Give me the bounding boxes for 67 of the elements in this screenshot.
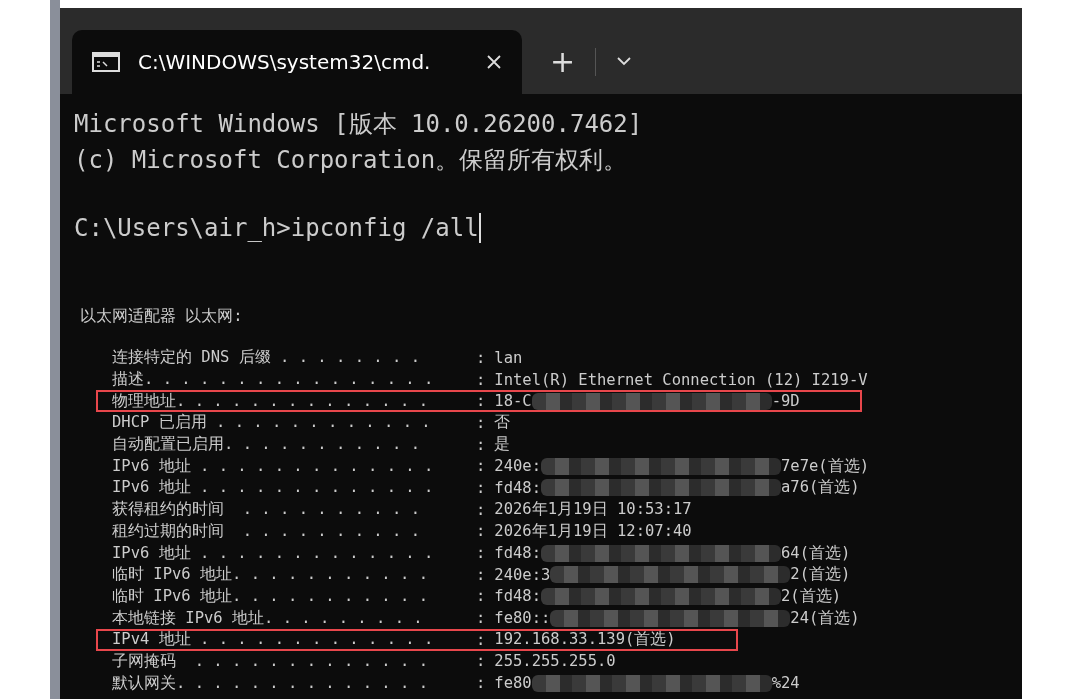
field-value: 2(首选) <box>781 585 841 607</box>
field-label: IPv6 地址 . . . . . . . . . . . . . <box>112 542 435 564</box>
field-label: 描述. . . . . . . . . . . . . . . . <box>112 369 435 391</box>
command-prompt: C:\Users\air_h>ipconfig /all <box>74 213 479 244</box>
colon: : <box>476 652 486 671</box>
colon: : <box>476 522 486 541</box>
field-value: 2026年1月19日 12:07:40 <box>494 520 692 542</box>
field-label: DHCP 已启用 . . . . . . . . . . . . <box>112 412 432 434</box>
colon: : <box>476 609 486 628</box>
colon: : <box>476 435 486 454</box>
field-label: 自动配置已启用. . . . . . . . . . . <box>112 434 421 456</box>
field-label: IPv4 地址 . . . . . . . . . . . . . <box>112 629 435 651</box>
colon: : <box>476 413 486 432</box>
adapter-heading: 以太网适配器 以太网: <box>80 306 244 327</box>
field-label: 本地链接 IPv6 地址. . . . . . . . . <box>112 607 424 629</box>
colon: : <box>476 500 486 519</box>
text-cursor <box>478 213 481 243</box>
field-label: 临时 IPv6 地址. . . . . . . . . . . <box>112 585 429 607</box>
colon: : <box>476 478 486 497</box>
field-label: 连接特定的 DNS 后缀 . . . . . . . . <box>112 347 421 369</box>
field-value: 24(首选) <box>790 607 860 629</box>
field-value: 7e7e(首选) <box>781 455 869 477</box>
field-value: 2026年1月19日 10:53:17 <box>494 499 692 521</box>
field-value: -9D <box>771 392 800 411</box>
field-label: IPv6 地址 . . . . . . . . . . . . . <box>112 455 435 477</box>
field-label: 临时 IPv6 地址. . . . . . . . . . . <box>112 564 429 586</box>
terminal-tab[interactable]: C:\WINDOWS\system32\cmd. <box>72 30 522 94</box>
colon: : <box>476 565 486 584</box>
field-label: IPv6 地址 . . . . . . . . . . . . . <box>112 477 435 499</box>
field-value: %24 <box>771 674 800 693</box>
colon: : <box>476 587 486 606</box>
console-line: (c) Microsoft Corporation。保留所有权利。 <box>74 145 629 176</box>
chevron-down-icon[interactable] <box>616 56 633 66</box>
field-value: 240e: <box>494 457 541 476</box>
new-tab-button[interactable]: + <box>546 42 580 82</box>
field-value: Intel(R) Ethernet Connection (12) I219-V <box>494 370 868 389</box>
colon: : <box>476 544 486 563</box>
field-value: 18-C <box>494 392 532 411</box>
field-label: 获得租约的时间 . . . . . . . . . . <box>112 499 421 521</box>
field-value: 192.168.33.139(首选) <box>494 629 676 651</box>
close-icon[interactable] <box>486 54 502 70</box>
colon: : <box>476 630 486 649</box>
field-value: a76(首选) <box>781 477 860 499</box>
field-value: 否 <box>494 412 511 434</box>
colon: : <box>476 348 486 367</box>
field-label: 子网掩码 . . . . . . . . . . . . . <box>112 650 429 672</box>
field-value: fd48: <box>494 587 541 606</box>
field-value: 64(首选) <box>781 542 851 564</box>
field-value: 240e:3 <box>494 565 551 584</box>
field-value: fe80:: <box>494 609 551 628</box>
colon: : <box>476 457 486 476</box>
field-label: 物理地址. . . . . . . . . . . . . . <box>112 390 429 412</box>
field-label: 默认网关. . . . . . . . . . . . . . <box>112 672 429 694</box>
field-value: 2(首选) <box>790 564 851 586</box>
colon: : <box>476 674 486 693</box>
colon: : <box>476 370 486 389</box>
tab-title: C:\WINDOWS\system32\cmd. <box>138 50 431 74</box>
field-value: fd48: <box>494 478 541 497</box>
field-label: 租约过期的时间 . . . . . . . . . . <box>112 520 421 542</box>
field-value: 是 <box>494 434 511 456</box>
field-value: fd48: <box>494 544 541 563</box>
console-line: Microsoft Windows [版本 10.0.26200.7462] <box>74 109 644 140</box>
colon: : <box>476 392 486 411</box>
field-value: lan <box>494 348 523 367</box>
field-value: 255.255.255.0 <box>494 652 616 671</box>
terminal-icon <box>92 52 120 72</box>
field-value: fe80 <box>494 674 532 693</box>
